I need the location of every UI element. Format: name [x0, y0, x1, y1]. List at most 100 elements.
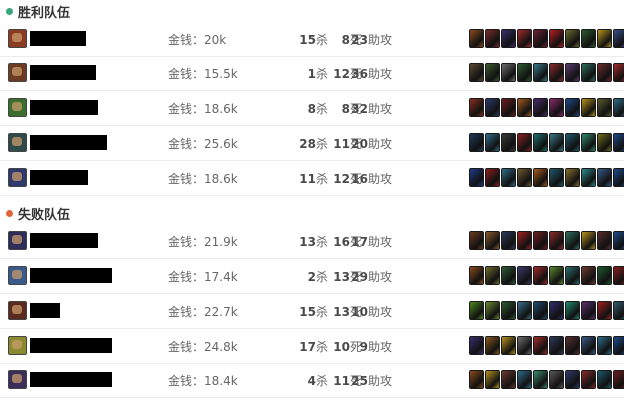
- item-slot-icon[interactable]: [565, 231, 580, 250]
- item-slot-icon[interactable]: [565, 370, 580, 389]
- item-slot-icon[interactable]: [581, 168, 596, 187]
- item-slot-icon[interactable]: [485, 231, 500, 250]
- item-slot-icon[interactable]: [485, 63, 500, 82]
- item-slot-icon[interactable]: [549, 231, 564, 250]
- item-slot-icon[interactable]: [613, 133, 624, 152]
- item-slot-icon[interactable]: [533, 168, 548, 187]
- item-slot-icon[interactable]: [565, 301, 580, 320]
- item-slot-icon[interactable]: [549, 301, 564, 320]
- item-slot-icon[interactable]: [549, 98, 564, 117]
- item-slot-icon[interactable]: [469, 98, 484, 117]
- item-slot-icon[interactable]: [565, 63, 580, 82]
- item-slot-icon[interactable]: [501, 231, 516, 250]
- item-slot-icon[interactable]: [485, 301, 500, 320]
- item-slot-icon[interactable]: [469, 301, 484, 320]
- item-slot-icon[interactable]: [533, 370, 548, 389]
- item-slot-icon[interactable]: [565, 29, 580, 48]
- item-slot-icon[interactable]: [517, 231, 532, 250]
- item-slot-icon[interactable]: [501, 133, 516, 152]
- item-slot-icon[interactable]: [613, 231, 624, 250]
- item-slot-icon[interactable]: [533, 29, 548, 48]
- item-slot-icon[interactable]: [485, 370, 500, 389]
- item-slot-icon[interactable]: [565, 168, 580, 187]
- player-row[interactable]: 金钱：17.4k 2杀 13死 29助攻: [0, 260, 624, 294]
- item-slot-icon[interactable]: [533, 231, 548, 250]
- player-row[interactable]: 金钱：25.6k 28杀 11死 20助攻: [0, 127, 624, 161]
- item-slot-icon[interactable]: [517, 63, 532, 82]
- champion-avatar-icon[interactable]: [8, 370, 27, 389]
- item-slot-icon[interactable]: [597, 133, 612, 152]
- item-slot-icon[interactable]: [501, 98, 516, 117]
- item-slot-icon[interactable]: [597, 168, 612, 187]
- player-row[interactable]: 金钱：15.5k 1杀 12死 36助攻: [0, 57, 624, 91]
- player-row[interactable]: 金钱：24.8k 17杀 10死 9助攻: [0, 330, 624, 364]
- item-slot-icon[interactable]: [549, 133, 564, 152]
- item-slot-icon[interactable]: [581, 29, 596, 48]
- item-slot-icon[interactable]: [501, 266, 516, 285]
- item-slot-icon[interactable]: [517, 98, 532, 117]
- item-slot-icon[interactable]: [485, 168, 500, 187]
- item-slot-icon[interactable]: [581, 301, 596, 320]
- item-slot-icon[interactable]: [613, 29, 624, 48]
- item-slot-icon[interactable]: [469, 63, 484, 82]
- item-slot-icon[interactable]: [549, 336, 564, 355]
- item-slot-icon[interactable]: [597, 231, 612, 250]
- item-slot-icon[interactable]: [581, 231, 596, 250]
- item-slot-icon[interactable]: [613, 266, 624, 285]
- item-slot-icon[interactable]: [517, 29, 532, 48]
- item-slot-icon[interactable]: [565, 133, 580, 152]
- champion-avatar-icon[interactable]: [8, 266, 27, 285]
- item-slot-icon[interactable]: [533, 133, 548, 152]
- player-row[interactable]: 金钱：22.7k 15杀 13死 10助攻: [0, 295, 624, 329]
- item-slot-icon[interactable]: [517, 266, 532, 285]
- item-slot-icon[interactable]: [549, 168, 564, 187]
- item-slot-icon[interactable]: [517, 336, 532, 355]
- item-slot-icon[interactable]: [501, 63, 516, 82]
- item-slot-icon[interactable]: [613, 336, 624, 355]
- champion-avatar-icon[interactable]: [8, 301, 27, 320]
- item-slot-icon[interactable]: [581, 133, 596, 152]
- item-slot-icon[interactable]: [581, 370, 596, 389]
- player-row[interactable]: 金钱：18.6k 11杀 12死 16助攻: [0, 162, 624, 196]
- item-slot-icon[interactable]: [597, 336, 612, 355]
- item-slot-icon[interactable]: [613, 370, 624, 389]
- item-slot-icon[interactable]: [485, 29, 500, 48]
- item-slot-icon[interactable]: [581, 266, 596, 285]
- item-slot-icon[interactable]: [533, 98, 548, 117]
- item-slot-icon[interactable]: [517, 168, 532, 187]
- item-slot-icon[interactable]: [549, 63, 564, 82]
- item-slot-icon[interactable]: [533, 266, 548, 285]
- player-row[interactable]: 金钱：21.9k 13杀 16死 17助攻: [0, 225, 624, 259]
- item-slot-icon[interactable]: [581, 98, 596, 117]
- item-slot-icon[interactable]: [501, 336, 516, 355]
- item-slot-icon[interactable]: [597, 98, 612, 117]
- item-slot-icon[interactable]: [613, 301, 624, 320]
- player-row[interactable]: 金钱：18.4k 4杀 11死 25助攻: [0, 364, 624, 398]
- champion-avatar-icon[interactable]: [8, 231, 27, 250]
- item-slot-icon[interactable]: [517, 133, 532, 152]
- item-slot-icon[interactable]: [517, 370, 532, 389]
- item-slot-icon[interactable]: [501, 370, 516, 389]
- champion-avatar-icon[interactable]: [8, 168, 27, 187]
- item-slot-icon[interactable]: [501, 29, 516, 48]
- item-slot-icon[interactable]: [533, 301, 548, 320]
- item-slot-icon[interactable]: [581, 63, 596, 82]
- item-slot-icon[interactable]: [581, 336, 596, 355]
- champion-avatar-icon[interactable]: [8, 98, 27, 117]
- item-slot-icon[interactable]: [517, 301, 532, 320]
- item-slot-icon[interactable]: [469, 336, 484, 355]
- item-slot-icon[interactable]: [533, 63, 548, 82]
- item-slot-icon[interactable]: [613, 63, 624, 82]
- player-row[interactable]: 金钱：20k 15杀 8死 23助攻: [0, 23, 624, 57]
- item-slot-icon[interactable]: [469, 168, 484, 187]
- item-slot-icon[interactable]: [549, 266, 564, 285]
- item-slot-icon[interactable]: [613, 98, 624, 117]
- item-slot-icon[interactable]: [597, 301, 612, 320]
- item-slot-icon[interactable]: [533, 336, 548, 355]
- item-slot-icon[interactable]: [549, 29, 564, 48]
- champion-avatar-icon[interactable]: [8, 63, 27, 82]
- item-slot-icon[interactable]: [485, 98, 500, 117]
- item-slot-icon[interactable]: [469, 133, 484, 152]
- item-slot-icon[interactable]: [597, 29, 612, 48]
- item-slot-icon[interactable]: [469, 266, 484, 285]
